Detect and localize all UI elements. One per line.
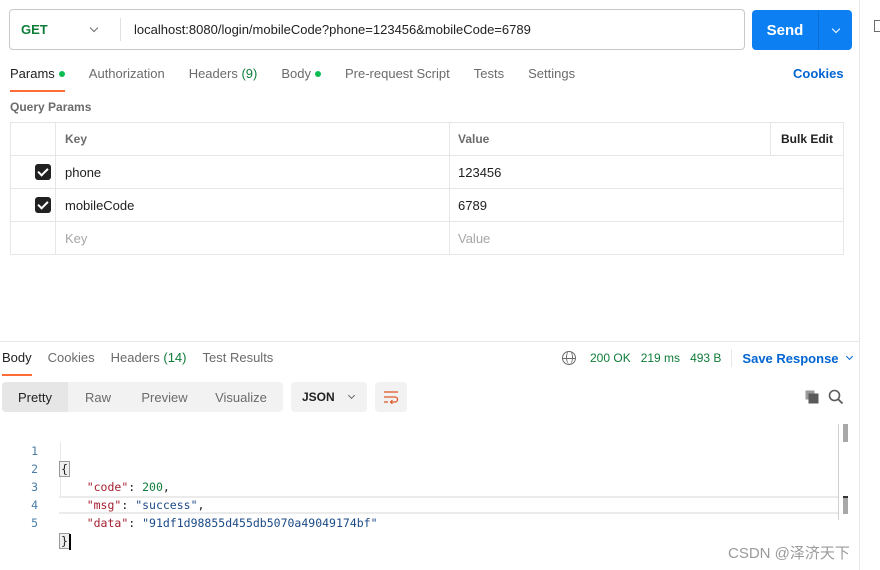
- editor-scrollbar[interactable]: [838, 424, 850, 520]
- tab-label: Headers: [110, 350, 160, 365]
- value-column-header: Value: [449, 122, 771, 156]
- tab-label: Body: [281, 66, 311, 81]
- response-tab-test-results[interactable]: Test Results: [203, 350, 274, 376]
- view-mode-tabs: Pretty Raw Preview Visualize: [2, 382, 283, 412]
- chevron-down-icon: [89, 23, 99, 33]
- search-icon[interactable]: [828, 389, 844, 405]
- new-key-input[interactable]: Key: [55, 221, 450, 255]
- response-time[interactable]: 219 ms: [641, 351, 680, 365]
- param-value[interactable]: 6789: [449, 188, 844, 222]
- code-line: 2 "code": 200,: [0, 442, 838, 494]
- tab-label: Headers: [188, 66, 238, 81]
- view-tab-preview[interactable]: Preview: [128, 382, 201, 412]
- row-checkbox-cell: [10, 188, 56, 222]
- tab-label: Authorization: [88, 66, 165, 81]
- status-dot-icon: [58, 71, 65, 77]
- url-input[interactable]: [121, 22, 744, 37]
- code-line: 3 "msg": "success",: [0, 460, 838, 512]
- bulk-edit-button[interactable]: Bulk Edit: [770, 122, 844, 156]
- table-header-row: Key Value Bulk Edit: [10, 122, 844, 156]
- response-body-editor[interactable]: 1 { 2 "code": 200, 3 "msg": "success", 4…: [0, 424, 850, 550]
- tab-label: Pre-request Script: [344, 66, 450, 81]
- code-line: 4 "data": "91df1d98855d455db5070a4904917…: [0, 478, 838, 530]
- response-tab-headers[interactable]: Headers (14): [111, 350, 187, 376]
- tab-authorization[interactable]: Authorization: [89, 66, 165, 92]
- tab-body[interactable]: Body: [281, 66, 321, 92]
- send-options-button[interactable]: [819, 10, 852, 50]
- status-dot-icon: [314, 71, 321, 77]
- tab-settings[interactable]: Settings: [528, 66, 575, 92]
- scrollbar-thumb[interactable]: [843, 424, 848, 442]
- response-tab-cookies[interactable]: Cookies: [48, 350, 95, 376]
- table-row-new: Key Value: [10, 221, 844, 255]
- panel-divider[interactable]: [859, 0, 860, 570]
- wrap-lines-button[interactable]: [375, 382, 407, 412]
- tab-label: Params: [10, 66, 55, 81]
- checkbox-column-header: [10, 122, 56, 156]
- text-caret: [68, 533, 71, 550]
- cookies-link[interactable]: Cookies: [793, 66, 844, 81]
- query-params-title: Query Params: [10, 100, 92, 114]
- tab-count: (14): [163, 350, 187, 365]
- globe-icon[interactable]: [562, 351, 576, 365]
- format-select[interactable]: JSON: [291, 382, 367, 412]
- tab-label: Body: [2, 350, 32, 365]
- send-button-group: Send: [752, 10, 852, 50]
- tab-count: (9): [241, 66, 258, 81]
- tab-params[interactable]: Params: [10, 66, 65, 92]
- response-tabs: Body Cookies Headers (14) Test Results: [2, 350, 289, 376]
- table-row: mobileCode 6789: [10, 188, 844, 222]
- send-button[interactable]: Send: [752, 10, 819, 50]
- json-value: "91df1d98855d455db5070a49049174bf": [142, 516, 378, 530]
- param-key[interactable]: mobileCode: [55, 188, 450, 222]
- chevron-down-icon: [831, 24, 840, 33]
- response-size[interactable]: 493 B: [690, 351, 721, 365]
- side-panel-icon[interactable]: [874, 20, 880, 32]
- code-text: "data": "91df1d98855d455db5070a49049174b…: [86, 516, 378, 530]
- row-checkbox-cell: [10, 221, 56, 255]
- copy-icon[interactable]: [805, 390, 819, 404]
- json-key: "data": [86, 516, 129, 530]
- tab-pre-request-script[interactable]: Pre-request Script: [345, 66, 450, 92]
- postman-main: GET Send Params Authorization Headers (9…: [0, 0, 859, 570]
- scrollbar-marker: [843, 496, 848, 514]
- watermark: CSDN @泽济天下: [728, 545, 850, 562]
- wrap-lines-icon: [384, 391, 399, 404]
- tab-label: Tests: [473, 66, 505, 81]
- method-select[interactable]: GET: [10, 18, 121, 41]
- row-checkbox-cell: [10, 155, 56, 189]
- save-response-button[interactable]: Save Response: [742, 351, 838, 366]
- request-tabs: Params Authorization Headers (9) Body Pr…: [10, 66, 599, 92]
- tab-headers[interactable]: Headers (9): [189, 66, 258, 92]
- chevron-down-icon: [347, 391, 355, 400]
- response-divider[interactable]: [0, 341, 859, 342]
- method-label: GET: [21, 22, 48, 37]
- checkbox-checked[interactable]: [35, 164, 51, 181]
- tab-label: Test Results: [202, 350, 274, 365]
- response-meta: 200 OK 219 ms 493 B Save Response: [562, 349, 853, 367]
- status-code[interactable]: 200 OK: [590, 351, 631, 365]
- tab-label: Settings: [528, 66, 576, 81]
- response-tab-body[interactable]: Body: [2, 350, 32, 376]
- new-value-input[interactable]: Value: [449, 221, 844, 255]
- line-number: 5: [31, 516, 38, 530]
- table-row: phone 123456: [10, 155, 844, 189]
- view-tab-pretty[interactable]: Pretty: [2, 382, 68, 412]
- url-bar: GET: [9, 9, 745, 50]
- code-text: }: [59, 532, 71, 550]
- view-tab-raw[interactable]: Raw: [68, 382, 128, 412]
- param-value[interactable]: 123456: [449, 155, 844, 189]
- tab-label: Cookies: [47, 350, 95, 365]
- divider: [731, 349, 733, 367]
- chevron-down-icon[interactable]: [845, 352, 853, 361]
- checkbox-checked[interactable]: [35, 197, 51, 214]
- tab-tests[interactable]: Tests: [474, 66, 504, 92]
- view-tab-visualize[interactable]: Visualize: [201, 382, 281, 412]
- param-key[interactable]: phone: [55, 155, 450, 189]
- query-params-table: Key Value Bulk Edit phone 123456 mobileC…: [10, 122, 844, 255]
- key-column-header: Key: [55, 122, 450, 156]
- code-line: 5 }: [0, 496, 838, 550]
- code-line: 1 {: [0, 424, 838, 477]
- format-label: JSON: [302, 390, 335, 404]
